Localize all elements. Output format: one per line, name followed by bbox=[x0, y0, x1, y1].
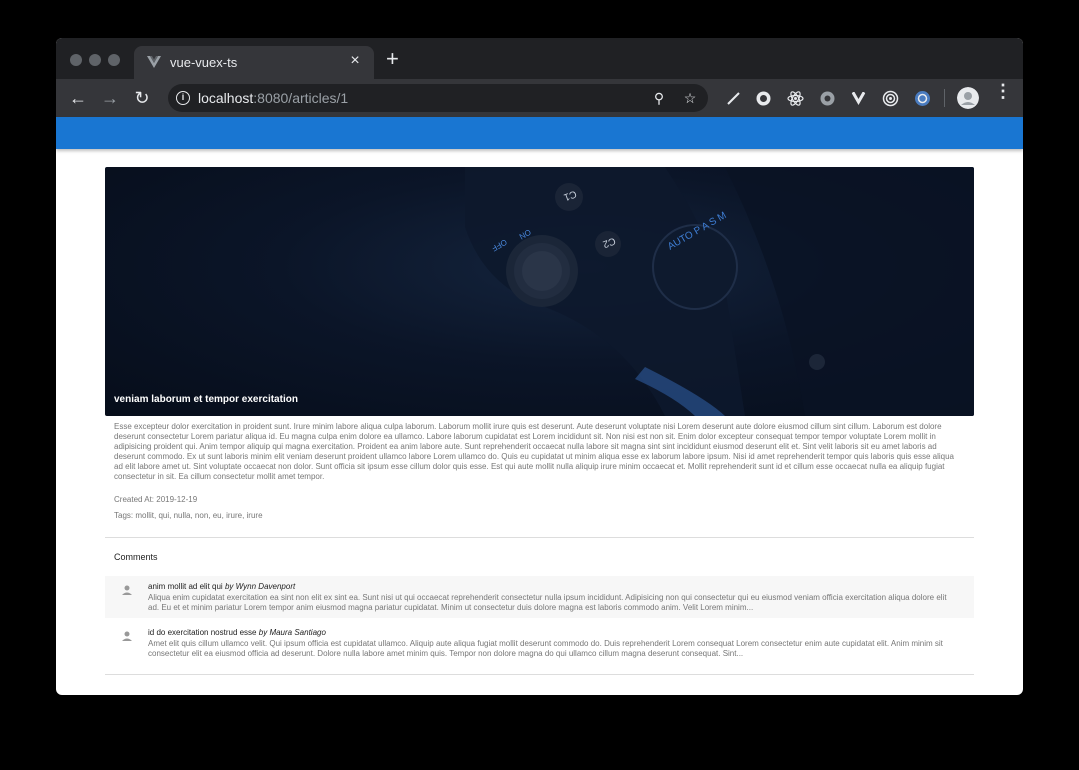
article-body: Esse excepteur dolor exercitation in pro… bbox=[114, 422, 954, 481]
divider bbox=[105, 537, 974, 538]
comment-list: anim mollit ad elit qui by Wynn Davenpor… bbox=[105, 576, 974, 664]
close-window-button[interactable] bbox=[70, 54, 82, 66]
comment-body: Amet elit quis cillum ullamco velit. Qui… bbox=[148, 639, 943, 658]
person-icon bbox=[122, 631, 132, 641]
comment-author: Wynn Davenport bbox=[235, 582, 296, 591]
toolbar-divider bbox=[944, 89, 945, 107]
profile-avatar-icon[interactable] bbox=[957, 87, 979, 109]
article-title: veniam laborum et tempor exercitation bbox=[114, 394, 298, 405]
maximize-window-button[interactable] bbox=[108, 54, 120, 66]
minimize-window-button[interactable] bbox=[89, 54, 101, 66]
camera-extension-icon[interactable] bbox=[819, 90, 836, 107]
browser-toolbar: ← → ↻ i localhost:8080/articles/1 ⚲ ☆ ⋮ bbox=[56, 79, 1023, 117]
comment-item: anim mollit ad elit qui by Wynn Davenpor… bbox=[105, 576, 974, 618]
pen-extension-icon[interactable] bbox=[725, 90, 742, 107]
extension-circle-icon[interactable] bbox=[755, 90, 772, 107]
divider bbox=[105, 674, 974, 675]
camera-photo-icon: AUTO P A S M C1 C2 ON OFF bbox=[465, 167, 974, 416]
react-devtools-icon[interactable] bbox=[787, 90, 804, 107]
person-icon bbox=[122, 585, 132, 595]
vue-logo-icon bbox=[147, 56, 161, 68]
browser-window: vue-vuex-ts × + ← → ↻ i localhost:8080/a… bbox=[56, 38, 1023, 695]
comment-title: anim mollit ad elit qui by Wynn Davenpor… bbox=[148, 582, 296, 591]
zoom-icon[interactable]: ⚲ bbox=[651, 90, 667, 107]
reload-button[interactable]: ↻ bbox=[129, 85, 155, 111]
forward-button[interactable]: → bbox=[97, 85, 123, 111]
google-extension-icon[interactable] bbox=[914, 90, 931, 107]
article-tags: Tags: mollit, qui, nulla, non, eu, irure… bbox=[114, 511, 263, 520]
bookmark-star-icon[interactable]: ☆ bbox=[682, 90, 698, 107]
comment-title: id do exercitation nostrud esse by Maura… bbox=[148, 628, 326, 637]
new-tab-button[interactable]: + bbox=[386, 48, 399, 70]
comment-author: Maura Santiago bbox=[269, 628, 326, 637]
tab-strip: vue-vuex-ts × + bbox=[56, 38, 1023, 79]
comment-body: Aliqua enim cupidatat exercitation ea si… bbox=[148, 593, 947, 612]
url-text: localhost:8080/articles/1 bbox=[198, 90, 349, 106]
article-hero-image: AUTO P A S M C1 C2 ON OFF veniam laborum… bbox=[105, 167, 974, 416]
comments-heading: Comments bbox=[114, 552, 158, 562]
address-bar[interactable]: i localhost:8080/articles/1 ⚲ ☆ bbox=[168, 84, 708, 112]
browser-menu-icon[interactable]: ⋮ bbox=[994, 82, 1012, 100]
info-icon[interactable]: i bbox=[176, 91, 190, 105]
app-bar bbox=[56, 117, 1023, 149]
target-extension-icon[interactable] bbox=[882, 90, 899, 107]
comment-item: id do exercitation nostrud esse by Maura… bbox=[105, 622, 974, 664]
back-button[interactable]: ← bbox=[65, 85, 91, 111]
vue-devtools-icon[interactable] bbox=[850, 90, 867, 107]
tab-title: vue-vuex-ts bbox=[170, 55, 238, 70]
created-at: Created At: 2019-12-19 bbox=[114, 495, 198, 504]
article-content: AUTO P A S M C1 C2 ON OFF veniam laborum… bbox=[105, 167, 974, 675]
tab-active[interactable]: vue-vuex-ts × bbox=[134, 46, 374, 79]
tab-close-icon[interactable]: × bbox=[346, 52, 364, 70]
